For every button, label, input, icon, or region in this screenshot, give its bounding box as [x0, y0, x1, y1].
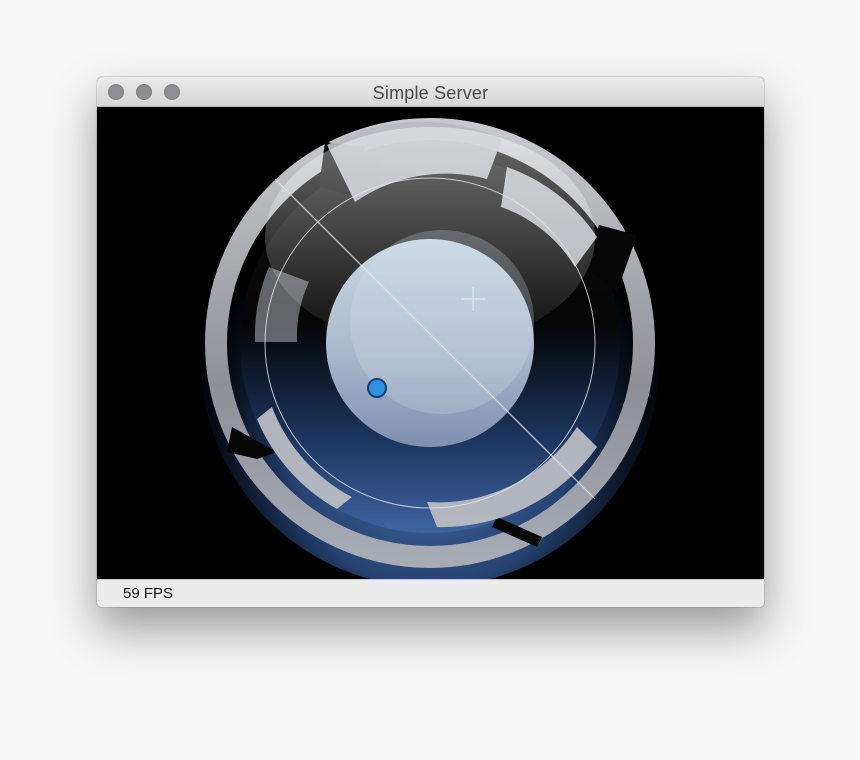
circle-marker-icon[interactable] — [367, 378, 387, 398]
title-bar[interactable]: Simple Server — [97, 77, 764, 107]
fps-counter: 59 FPS — [123, 585, 174, 602]
app-window: Simple Server 59 FPS — [97, 77, 764, 607]
gear-scene[interactable] — [97, 107, 764, 579]
render-viewport[interactable] — [97, 107, 764, 579]
status-bar: 59 FPS — [97, 579, 764, 607]
window-title: Simple Server — [372, 83, 489, 103]
